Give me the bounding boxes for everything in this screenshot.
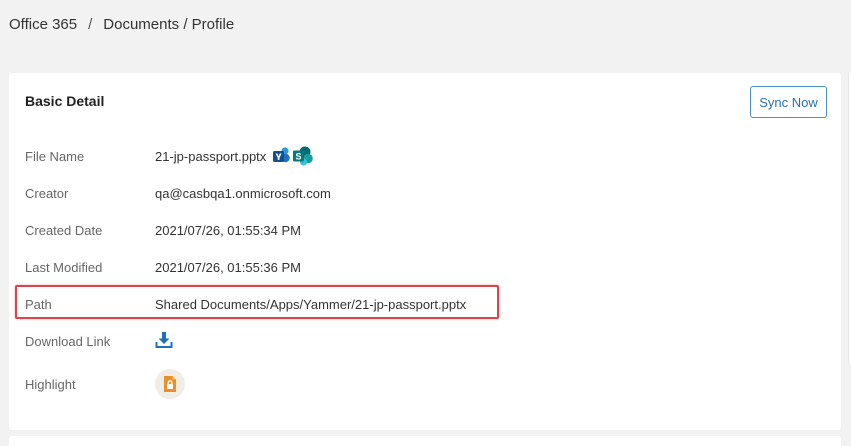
breadcrumb: Office 365 / Documents / Profile <box>9 16 234 33</box>
card-title: Basic Detail <box>25 93 105 109</box>
file-name-label: File Name <box>25 148 85 164</box>
created-date-value: 2021/07/26, 01:55:34 PM <box>155 222 302 238</box>
download-link-label: Download Link <box>25 333 111 349</box>
last-modified-value: 2021/07/26, 01:55:36 PM <box>155 259 302 275</box>
created-date-label: Created Date <box>25 222 103 238</box>
sharepoint-icon: S <box>293 146 314 166</box>
creator-row: Creator qa@casbqa1.onmicrosoft.com <box>25 183 331 203</box>
path-row: Path Shared Documents/Apps/Yammer/21-jp-… <box>25 294 466 314</box>
file-name-value: 21-jp-passport.pptx <box>155 148 267 164</box>
sync-now-button[interactable]: Sync Now <box>750 86 827 118</box>
highlight-label: Highlight <box>25 376 76 392</box>
breadcrumb-office365[interactable]: Office 365 <box>9 16 77 33</box>
download-link-value <box>155 331 173 352</box>
highlight-value <box>155 369 185 399</box>
app-icons: S <box>272 146 314 166</box>
last-modified-label: Last Modified <box>25 259 103 275</box>
lock-file-icon[interactable] <box>155 369 185 399</box>
svg-text:S: S <box>296 152 302 162</box>
breadcrumb-separator: / <box>88 16 93 33</box>
next-card-edge <box>9 436 841 446</box>
basic-detail-card: Basic Detail Sync Now File Name 21-jp-pa… <box>9 73 841 430</box>
path-label: Path <box>25 296 52 312</box>
last-modified-row: Last Modified 2021/07/26, 01:55:36 PM <box>25 257 301 277</box>
download-link-row: Download Link <box>25 331 173 351</box>
highlight-row: Highlight <box>25 369 185 399</box>
file-name-row: File Name 21-jp-passport.pptx S <box>25 146 314 166</box>
file-name-value-wrap: 21-jp-passport.pptx S <box>155 146 314 166</box>
breadcrumb-documents-profile: Documents / Profile <box>103 16 235 33</box>
path-value: Shared Documents/Apps/Yammer/21-jp-passp… <box>155 296 467 312</box>
yammer-icon <box>273 147 290 163</box>
creator-label: Creator <box>25 185 69 201</box>
created-date-row: Created Date 2021/07/26, 01:55:34 PM <box>25 220 301 240</box>
creator-value: qa@casbqa1.onmicrosoft.com <box>155 185 331 201</box>
download-icon[interactable] <box>155 331 173 352</box>
